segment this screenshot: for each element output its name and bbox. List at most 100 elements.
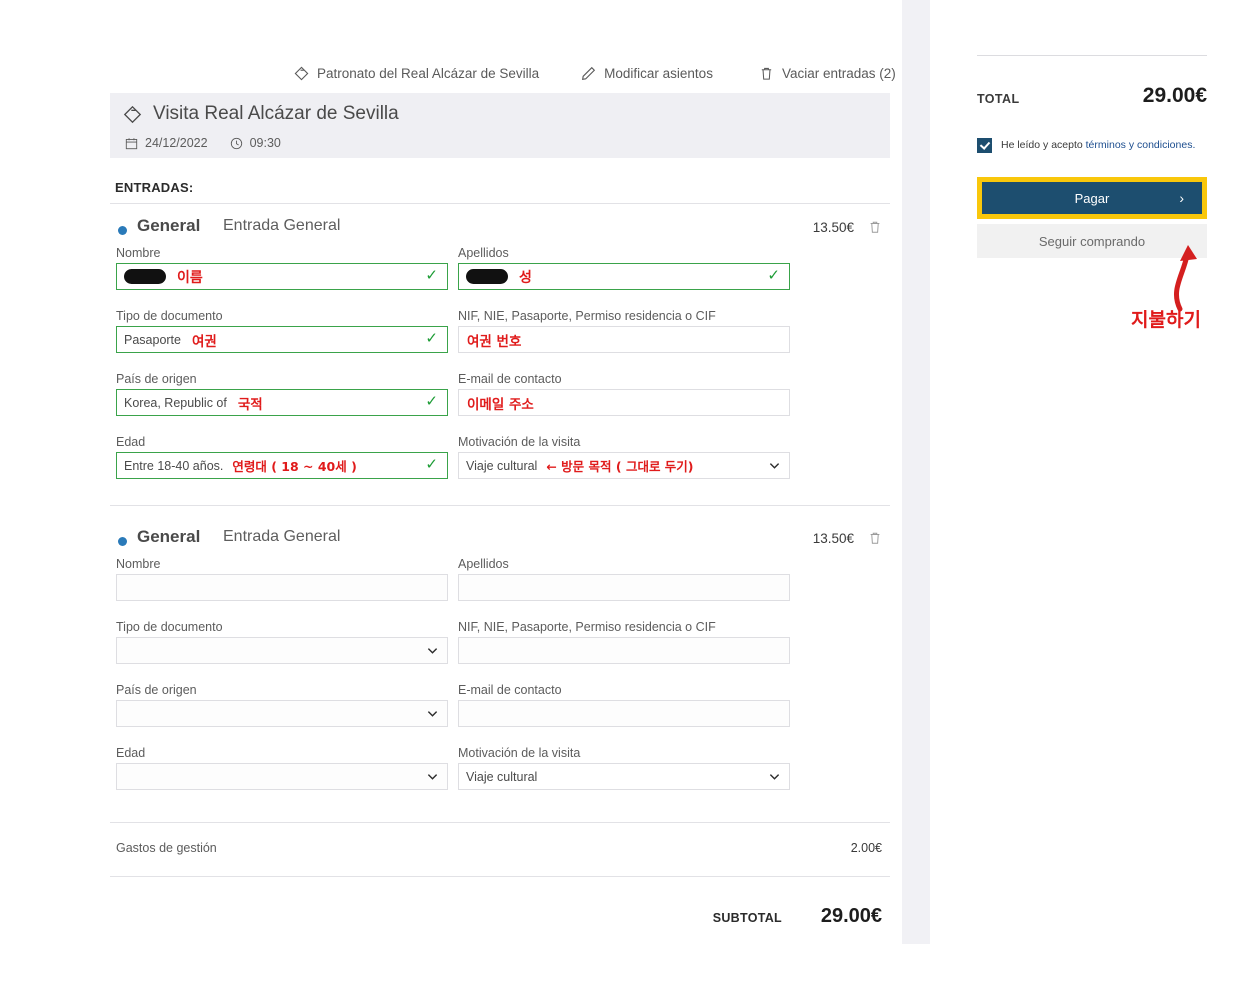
ticket-type-desc: Entrada General (223, 217, 341, 234)
terms-link[interactable]: términos y condiciones. (1086, 139, 1196, 151)
top-toolbar: Patronato del Real Alcázar de Sevilla Mo… (110, 58, 900, 88)
selected-value: Entre 18-40 años. (124, 458, 224, 473)
chevron-right-icon: › (1179, 190, 1184, 206)
valid-check-icon: ✓ (425, 456, 438, 473)
field-label: NIF, NIE, Pasaporte, Permiso residencia … (458, 309, 716, 323)
pais-select[interactable]: Korea, Republic of 국적 ✓ (116, 389, 448, 416)
field-email: E-mail de contacto (458, 683, 790, 727)
field-label: Edad (116, 435, 146, 449)
pay-annotation-arrow-icon (1174, 245, 1197, 312)
field-row-country-email: País de origen E-mail de contacto (110, 683, 900, 746)
ticket-header: General Entrada General 13.50€ (110, 216, 900, 246)
terms-row[interactable]: He leído y acepto términos y condiciones… (977, 135, 1207, 155)
total-row: TOTAL 29.00€ (977, 84, 1207, 118)
email-input[interactable]: 이메일 주소 (458, 389, 790, 416)
field-label: Tipo de documento (116, 620, 223, 634)
ticket-price: 13.50€ (812, 531, 854, 546)
field-row-age-motivation: Edad Motivación de la visita Viaje cultu… (110, 746, 900, 809)
toolbar-item-vaciar-entradas[interactable]: Vaciar entradas (2) (759, 66, 896, 81)
event-title-row: Visita Real Alcázar de Sevilla (123, 103, 399, 125)
field-motivacion: Motivación de la visita Viaje cultural ←… (458, 435, 790, 479)
field-row-name: Nombre 이름 ✓ Apellidos 성 ✓ (110, 246, 900, 309)
chevron-down-icon (769, 771, 780, 782)
field-tipo-documento: Tipo de documento (116, 620, 448, 664)
subtotal-row: SUBTOTAL 29.00€ (110, 905, 900, 945)
annotation-nombre: 이름 (177, 269, 203, 286)
clock-icon (230, 137, 243, 150)
annotation-apellidos: 성 (519, 269, 532, 286)
tipo-documento-select[interactable] (116, 637, 448, 664)
pais-select[interactable] (116, 700, 448, 727)
field-apellidos: Apellidos (458, 557, 790, 601)
event-meta: 24/12/2022 09:30 (125, 136, 281, 150)
delete-ticket-icon[interactable] (868, 219, 882, 235)
field-label: Apellidos (458, 557, 509, 571)
motivacion-select[interactable]: Viaje cultural (458, 763, 790, 790)
chevron-down-icon (769, 460, 780, 471)
event-header: Visita Real Alcázar de Sevilla 24/12/202… (110, 93, 890, 158)
event-time-text: 09:30 (249, 136, 281, 150)
edad-select[interactable]: Entre 18-40 años. 연령대 ( 18 ~ 40세 ) ✓ (116, 452, 448, 479)
annotation-documento-numero: 여권 번호 (467, 333, 522, 350)
fees-row: Gastos de gestión 2.00€ (110, 841, 900, 881)
chevron-down-icon (427, 771, 438, 782)
delete-ticket-icon[interactable] (868, 530, 882, 546)
tipo-documento-select[interactable]: Pasaporte 여권 ✓ (116, 326, 448, 353)
valid-check-icon: ✓ (425, 267, 438, 284)
email-input[interactable] (458, 700, 790, 727)
annotation-pais: 국적 (237, 396, 263, 413)
nombre-input[interactable] (116, 574, 448, 601)
ticket-header: General Entrada General 13.50€ (110, 527, 900, 557)
ticket-type-name: General (137, 527, 201, 546)
field-label: Motivación de la visita (458, 435, 581, 449)
field-label: País de origen (116, 372, 197, 386)
ticket-price: 13.50€ (812, 220, 854, 235)
event-date-text: 24/12/2022 (145, 136, 208, 150)
field-label: E-mail de contacto (458, 683, 562, 697)
field-label: Apellidos (458, 246, 509, 260)
total-value: 29.00€ (1142, 84, 1207, 107)
toolbar-item-label: Patronato del Real Alcázar de Sevilla (317, 65, 540, 81)
field-label: E-mail de contacto (458, 372, 562, 386)
field-edad: Edad Entre 18-40 años. 연령대 ( 18 ~ 40세 ) … (116, 435, 448, 479)
field-documento-numero: NIF, NIE, Pasaporte, Permiso residencia … (458, 620, 790, 664)
divider (110, 505, 890, 506)
terms-prefix: He leído y acepto (1001, 139, 1086, 151)
field-label: País de origen (116, 683, 197, 697)
field-nombre: Nombre 이름 ✓ (116, 246, 448, 290)
column-divider (902, 0, 930, 944)
terms-checkbox[interactable] (977, 137, 992, 153)
terms-text: He leído y acepto términos y condiciones… (1001, 139, 1195, 151)
documento-numero-input[interactable] (458, 637, 790, 664)
field-pais: País de origen Korea, Republic of 국적 ✓ (116, 372, 448, 416)
ticket-type-desc: Entrada General (223, 528, 341, 545)
selected-value: Pasaporte (124, 332, 181, 347)
apellidos-input[interactable]: 성 ✓ (458, 263, 790, 290)
redaction-bar (124, 269, 166, 284)
pencil-icon (581, 66, 596, 81)
field-label: Nombre (116, 246, 161, 260)
motivacion-select[interactable]: Viaje cultural ← 방문 목적 ( 그대로 두기) (458, 452, 790, 479)
event-date: 24/12/2022 (125, 136, 208, 150)
divider (977, 55, 1207, 56)
valid-check-icon: ✓ (767, 267, 780, 284)
field-label: Tipo de documento (116, 309, 223, 323)
ticket-block-2: General Entrada General 13.50€ Nombre Ap… (110, 527, 900, 809)
field-motivacion: Motivación de la visita Viaje cultural (458, 746, 790, 790)
pay-button[interactable]: Pagar › (982, 182, 1202, 214)
field-label: Edad (116, 746, 146, 760)
ticket-block-1: General Entrada General 13.50€ Nombre 이름… (110, 216, 900, 498)
nombre-input[interactable]: 이름 ✓ (116, 263, 448, 290)
toolbar-item-label: Modificar asientos (604, 65, 713, 81)
apellidos-input[interactable] (458, 574, 790, 601)
toolbar-item-patronato[interactable]: Patronato del Real Alcázar de Sevilla (294, 66, 539, 81)
field-apellidos: Apellidos 성 ✓ (458, 246, 790, 290)
documento-numero-input[interactable]: 여권 번호 (458, 326, 790, 353)
field-edad: Edad (116, 746, 448, 790)
divider (110, 822, 890, 823)
edad-select[interactable] (116, 763, 448, 790)
toolbar-item-modificar-asientos[interactable]: Modificar asientos (581, 66, 713, 81)
selected-value: Viaje cultural (466, 769, 538, 784)
fees-value: 2.00€ (850, 841, 882, 855)
checkout-page: Patronato del Real Alcázar de Sevilla Mo… (0, 0, 1256, 1000)
